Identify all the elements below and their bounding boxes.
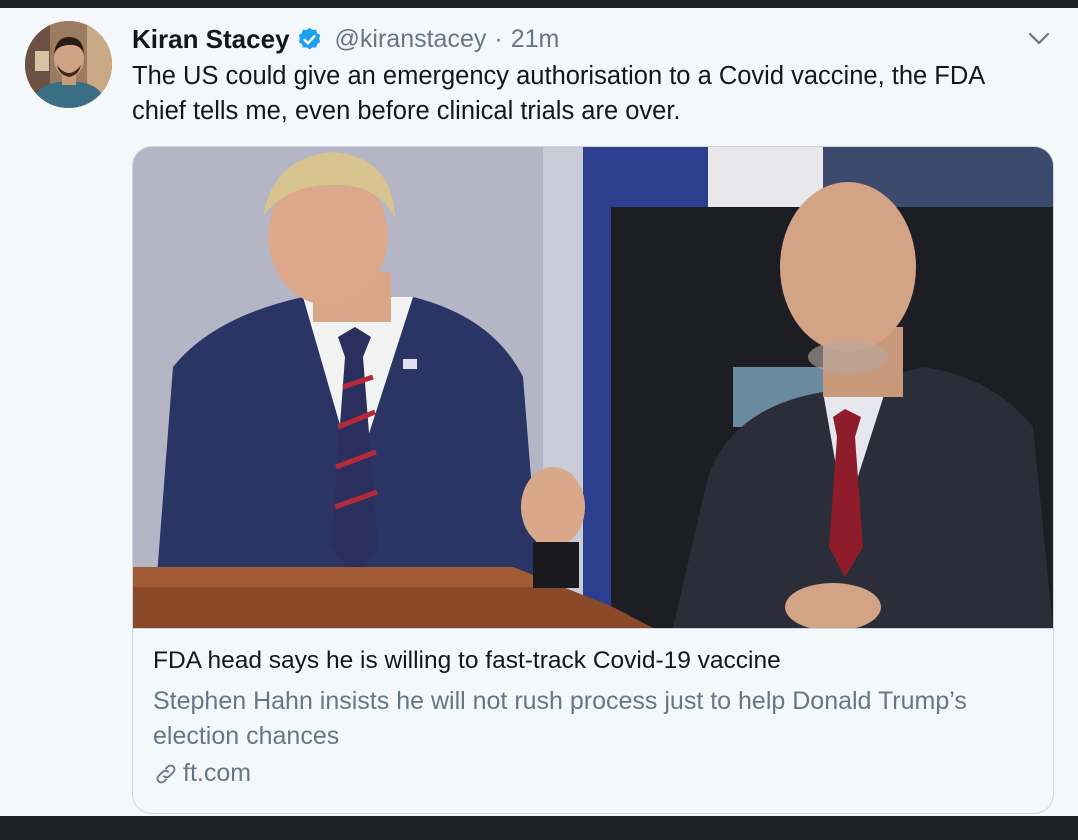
tweet-timestamp[interactable]: 21m (511, 25, 560, 54)
tweet-header: Kiran Stacey @kiranstacey · 21m (132, 21, 559, 57)
card-description: Stephen Hahn insists he will not rush pr… (153, 687, 967, 750)
link-icon (153, 761, 179, 787)
card-title: FDA head says he is willing to fast-trac… (153, 647, 781, 674)
tweet[interactable]: Kiran Stacey @kiranstacey · 21m The US c… (0, 8, 1078, 816)
separator-dot: · (494, 24, 503, 53)
card-image (133, 147, 1053, 631)
card-domain-text: ft.com (183, 759, 252, 787)
verified-badge-icon (296, 26, 323, 53)
tweet-text: The US could give an emergency authorisa… (132, 62, 984, 125)
chevron-down-icon[interactable] (1026, 26, 1052, 52)
avatar[interactable] (25, 21, 112, 108)
author-handle[interactable]: @kiranstacey (335, 25, 487, 54)
link-preview-card[interactable]: FDA head says he is willing to fast-trac… (132, 146, 1054, 814)
author-name[interactable]: Kiran Stacey (132, 24, 290, 55)
avatar-image (25, 21, 112, 108)
card-domain[interactable]: ft.com (153, 759, 251, 788)
